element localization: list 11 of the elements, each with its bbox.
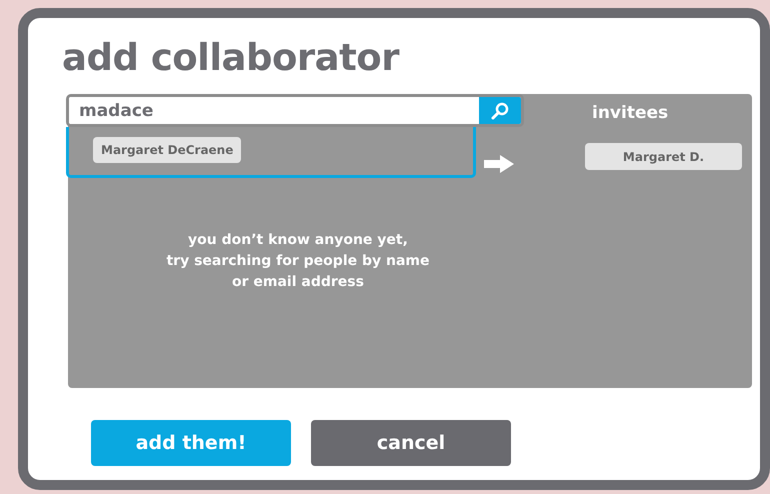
invitees-heading: invitees	[592, 102, 668, 124]
invitee-chip[interactable]: Margaret D.	[585, 143, 742, 170]
search-button[interactable]	[479, 97, 521, 124]
dialog-title: add collaborator	[62, 36, 400, 80]
cancel-button[interactable]: cancel	[311, 420, 511, 466]
empty-message: you don’t know anyone yet, try searching for people by name or email address	[166, 230, 430, 292]
suggestion-chip[interactable]: Margaret DeCraene	[93, 137, 242, 163]
arrow-icon	[484, 155, 514, 173]
add-button[interactable]: add them!	[91, 420, 291, 466]
search-icon	[490, 100, 510, 120]
search-bar[interactable]: madace	[66, 94, 524, 127]
